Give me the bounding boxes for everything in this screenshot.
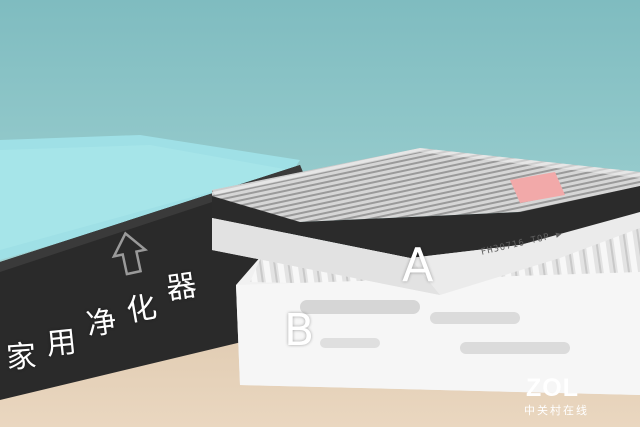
caption-char-1: 家 [5, 338, 38, 376]
filter-a-label: A [402, 238, 434, 292]
caption-char-3: 净 [84, 304, 119, 343]
watermark-subtitle: 中关村在线 [524, 404, 589, 417]
watermark-logo: ZOL [526, 374, 579, 402]
caption-char-5: 器 [164, 268, 199, 307]
filter-b-label: B [284, 305, 315, 356]
caption-char-2: 用 [44, 324, 79, 363]
photo-scene [0, 0, 640, 427]
